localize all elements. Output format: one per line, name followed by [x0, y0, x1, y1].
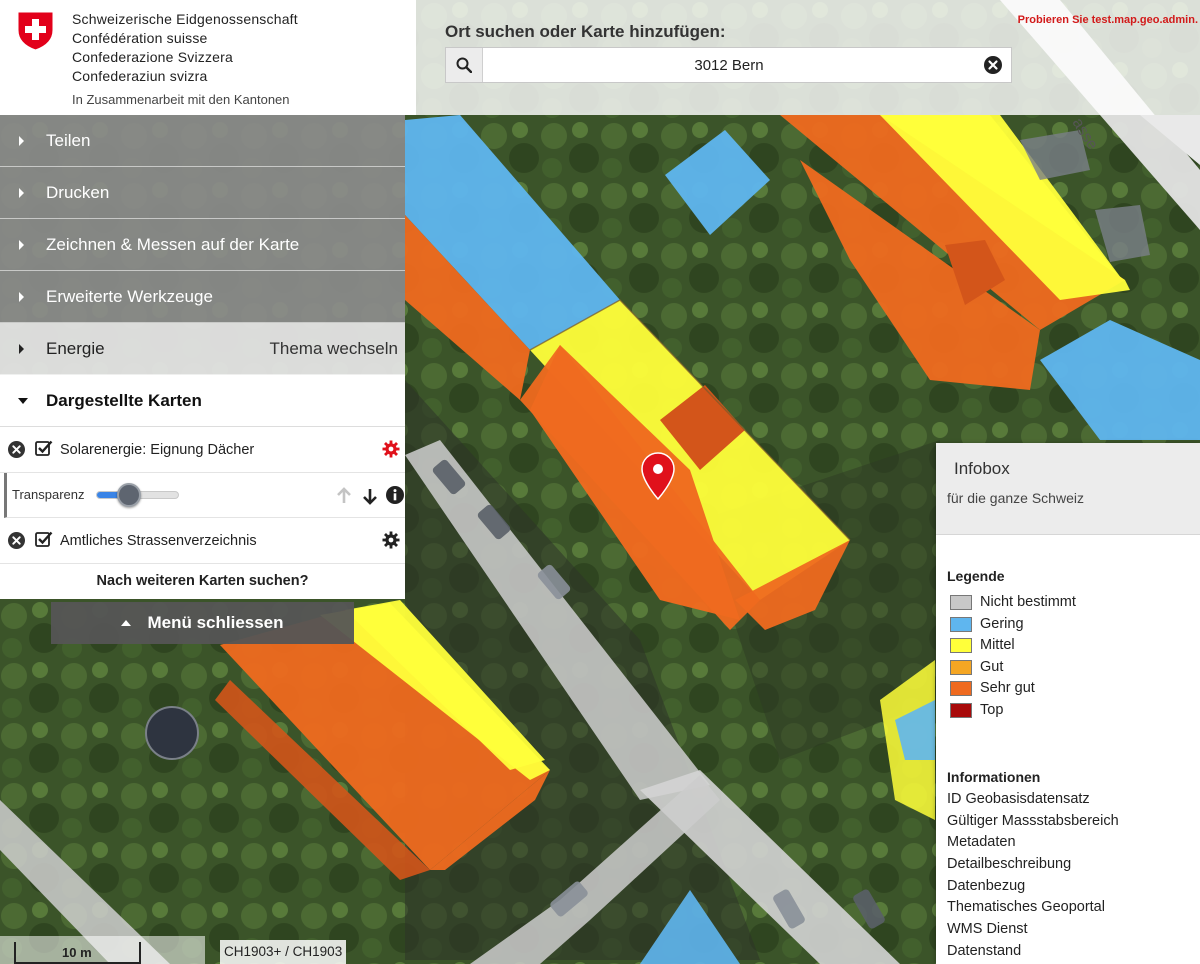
menu-item-label: Zeichnen & Messen auf der Karte	[46, 234, 300, 254]
coordinate-system-selector[interactable]: CH1903+ / CH1903	[220, 940, 347, 964]
search-button[interactable]	[446, 48, 483, 82]
layer-row-solar: Solarenergie: Eignung Dächer	[0, 427, 405, 473]
menu-item-draw-measure[interactable]: Zeichnen & Messen auf der Karte	[0, 219, 405, 271]
caret-up-icon	[121, 620, 132, 626]
legend-item: Gut	[950, 657, 1076, 679]
layer-checkbox[interactable]	[35, 530, 53, 548]
legend-item: Mittel	[950, 635, 1076, 657]
menu-item-share[interactable]: Teilen	[0, 115, 405, 167]
legend-label: Mittel	[980, 637, 1015, 654]
menu-item-label: Teilen	[46, 130, 91, 150]
move-layer-down-icon[interactable]	[361, 487, 379, 505]
legend-swatch	[950, 681, 972, 697]
legend-swatch	[950, 702, 972, 718]
transparency-slider[interactable]	[96, 483, 179, 507]
confederation-name-rm: Confederaziun svizra	[72, 68, 208, 84]
legend-swatch	[950, 595, 972, 610]
confederation-names: Schweizerische Eidgenossenschaft Confédé…	[72, 10, 298, 86]
information-title: Informationen	[947, 769, 1041, 785]
confederation-name-de: Schweizerische Eidgenossenschaft	[72, 11, 298, 27]
layer-list: Solarenergie: Eignung Dächer Transparenz	[0, 427, 405, 599]
header-brand: Schweizerische Eidgenossenschaft Confédé…	[0, 0, 416, 115]
scale-bar-label: 10 m	[62, 945, 92, 960]
info-item-geobasis-id: ID Geobasisdatensatz	[947, 791, 1090, 807]
menu-item-displayed-maps[interactable]: Dargestellte Karten	[0, 375, 405, 427]
info-icon[interactable]	[386, 486, 404, 504]
legend-label: Nicht bestimmt	[980, 594, 1076, 610]
layer-row-streets: Amtliches Strassenverzeichnis	[0, 518, 405, 564]
close-menu-label: Menü schliessen	[147, 613, 284, 632]
legend-title: Legende	[947, 568, 1005, 584]
remove-layer-icon[interactable]	[8, 441, 25, 458]
cooperation-note: In Zusammenarbeit mit den Kantonen	[72, 92, 290, 107]
menu-item-print[interactable]: Drucken	[0, 167, 405, 219]
test-site-link[interactable]: Probieren Sie test.map.geo.admin.	[1018, 14, 1198, 26]
search-input[interactable]	[484, 48, 974, 82]
menu-item-advanced-tools[interactable]: Erweiterte Werkzeuge	[0, 271, 405, 323]
legend-label: Sehr gut	[980, 680, 1035, 697]
infobox-panel: Infobox für die ganze Schweiz Legende Ni…	[936, 443, 1200, 964]
info-item-data-date: Datenstand	[947, 942, 1022, 959]
legend-swatch	[950, 659, 972, 675]
legend-list: Nicht bestimmt Gering Mittel Gut Sehr gu…	[950, 592, 1076, 722]
transparency-row: Transparenz	[4, 473, 405, 518]
scale-bar: 10 m	[0, 936, 205, 964]
gear-icon[interactable]	[382, 440, 400, 458]
clear-search-icon[interactable]	[984, 56, 1002, 74]
infobox-title: Infobox	[954, 459, 1010, 478]
info-item-metadata[interactable]: Metadaten	[947, 832, 1119, 854]
layer-name: Amtliches Strassenverzeichnis	[60, 533, 257, 549]
remove-layer-icon[interactable]	[8, 532, 25, 549]
gear-icon[interactable]	[382, 531, 400, 549]
theme-switch-link[interactable]: Thema wechseln	[269, 339, 398, 359]
move-layer-up-icon[interactable]	[335, 487, 353, 505]
info-item-data-download[interactable]: Datenbezug	[947, 876, 1119, 898]
infobox-scope: für die ganze Schweiz	[947, 490, 1084, 506]
caret-right-icon	[19, 240, 24, 250]
legend-item: Gering	[950, 614, 1076, 636]
confederation-name-it: Confederazione Svizzera	[72, 49, 234, 65]
menu-item-label: Erweiterte Werkzeuge	[46, 286, 213, 306]
caret-right-icon	[19, 344, 24, 354]
info-item-thematic-portal[interactable]: Thematisches Geoportal	[947, 897, 1119, 919]
menu-item-theme[interactable]: Energie Thema wechseln	[0, 323, 405, 375]
information-list: ID Geobasisdatensatz Gültiger Massstabsb…	[947, 789, 1119, 963]
search-box[interactable]	[445, 47, 1012, 83]
caret-down-icon	[18, 398, 28, 404]
infobox-header: Infobox für die ganze Schweiz	[936, 443, 1200, 535]
legend-label: Gut	[980, 658, 1004, 675]
legend-item: Nicht bestimmt	[950, 592, 1076, 614]
transparency-slider-handle[interactable]	[116, 483, 141, 507]
side-menu: Teilen Drucken Zeichnen & Messen auf der…	[0, 115, 405, 599]
layer-name: Solarenergie: Eignung Dächer	[60, 442, 255, 458]
legend-label: Top	[980, 701, 1004, 718]
search-icon	[456, 57, 472, 73]
caret-right-icon	[19, 292, 24, 302]
displayed-maps-title: Dargestellte Karten	[46, 390, 202, 410]
layer-checkbox[interactable]	[35, 439, 53, 457]
transparency-label: Transparenz	[12, 487, 85, 502]
more-maps-link[interactable]: Nach weiteren Karten suchen?	[0, 564, 405, 599]
search-label: Ort suchen oder Karte hinzufügen:	[445, 22, 726, 41]
caret-right-icon	[19, 188, 24, 198]
theme-label: Energie	[46, 338, 105, 358]
legend-swatch	[950, 638, 972, 654]
info-item-scale-range: Gültiger Massstabsbereich	[947, 812, 1119, 829]
caret-right-icon	[19, 136, 24, 146]
confederation-name-fr: Confédération suisse	[72, 30, 208, 46]
legend-item: Top	[950, 700, 1076, 722]
close-menu-button[interactable]: Menü schliessen	[51, 602, 354, 644]
info-item-wms-service[interactable]: WMS Dienst	[947, 919, 1119, 941]
legend-swatch	[950, 616, 972, 632]
legend-item: Sehr gut	[950, 678, 1076, 700]
info-item-description[interactable]: Detailbeschreibung	[947, 854, 1119, 876]
legend-label: Gering	[980, 615, 1024, 632]
menu-item-label: Drucken	[46, 182, 110, 202]
swiss-coat-of-arms-icon[interactable]	[16, 10, 55, 51]
